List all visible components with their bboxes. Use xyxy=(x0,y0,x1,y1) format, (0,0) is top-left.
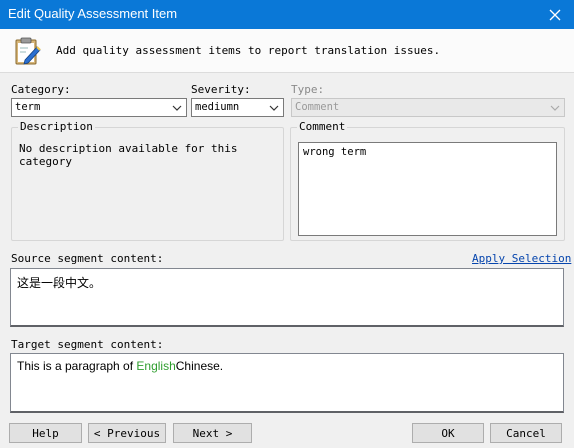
apply-selection-link[interactable]: Apply Selection xyxy=(472,252,571,265)
category-label: Category: xyxy=(11,83,71,96)
help-button[interactable]: Help xyxy=(9,423,82,443)
source-label: Source segment content: xyxy=(11,252,164,265)
clipboard-edit-icon xyxy=(15,37,41,65)
type-dropdown: Comment xyxy=(291,98,565,117)
comment-title: Comment xyxy=(297,120,348,133)
close-button[interactable] xyxy=(540,0,570,29)
description-text: No description available for this catego… xyxy=(19,142,238,168)
target-text-prefix: This is a paragraph of xyxy=(17,359,137,373)
title-bar: Edit Quality Assessment Item xyxy=(0,0,574,29)
target-content-box[interactable]: This is a paragraph of EnglishChinese. xyxy=(10,353,564,413)
header-hint: Add quality assessment items to report t… xyxy=(56,44,441,57)
description-group: Description No description available for… xyxy=(11,120,284,241)
next-button[interactable]: Next > xyxy=(173,423,252,443)
type-value: Comment xyxy=(295,101,340,113)
severity-label: Severity: xyxy=(191,83,251,96)
target-text-highlight: English xyxy=(136,359,176,373)
severity-dropdown[interactable]: mediumn xyxy=(191,98,284,117)
severity-value: mediumn xyxy=(195,101,240,113)
type-label: Type: xyxy=(291,83,325,96)
cancel-button[interactable]: Cancel xyxy=(490,423,562,443)
chevron-down-icon xyxy=(172,105,182,111)
comment-input[interactable]: wrong term xyxy=(298,142,557,236)
target-label: Target segment content: xyxy=(11,338,164,351)
close-icon xyxy=(549,9,561,20)
category-dropdown[interactable]: term xyxy=(11,98,187,117)
comment-group: Comment wrong term xyxy=(290,120,565,241)
previous-button[interactable]: < Previous xyxy=(88,423,166,443)
header-banner: Add quality assessment items to report t… xyxy=(0,29,574,73)
description-title: Description xyxy=(18,120,95,133)
target-text-suffix: Chinese. xyxy=(175,359,224,373)
window-title: Edit Quality Assessment Item xyxy=(8,6,178,21)
target-text: This is a paragraph of EnglishChinese. xyxy=(17,359,223,373)
chevron-down-icon xyxy=(269,105,279,111)
category-value: term xyxy=(15,101,41,113)
source-content-box[interactable]: 这是一段中文。 xyxy=(10,268,564,327)
source-text: 这是一段中文。 xyxy=(17,276,102,290)
ok-button[interactable]: OK xyxy=(412,423,484,443)
chevron-down-icon xyxy=(550,105,560,111)
